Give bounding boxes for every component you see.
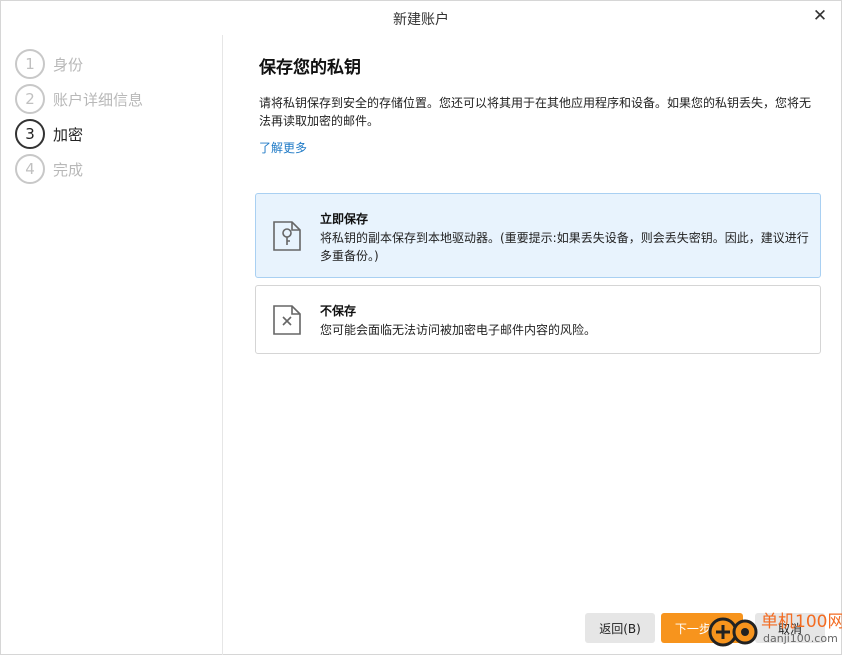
step-number: 1 bbox=[15, 49, 45, 79]
wizard-steps-sidebar: 1 身份 2 账户详细信息 3 加密 4 完成 bbox=[1, 35, 223, 655]
option-text: 将私钥的副本保存到本地驱动器。(重要提示:如果丢失设备，则会丢失密钥。因此，建议… bbox=[320, 231, 809, 263]
title-bar: 新建账户 ✕ bbox=[1, 1, 841, 35]
step-identity: 1 身份 bbox=[15, 49, 83, 79]
key-icon bbox=[272, 220, 302, 252]
option-save-now[interactable]: 立即保存 将私钥的副本保存到本地驱动器。(重要提示:如果丢失设备，则会丢失密钥。… bbox=[255, 193, 821, 278]
step-label: 加密 bbox=[53, 125, 84, 144]
step-finish: 4 完成 bbox=[15, 154, 83, 184]
dialog-title: 新建账户 bbox=[393, 12, 449, 28]
cross-file-icon bbox=[272, 304, 302, 336]
learn-more-link[interactable]: 了解更多 bbox=[259, 139, 307, 156]
step-number: 4 bbox=[15, 154, 45, 184]
main-content: 保存您的私钥 请将私钥保存到安全的存储位置。您还可以将其用于在其他应用程序和设备… bbox=[223, 35, 841, 655]
option-text: 您可能会面临无法访问被加密电子邮件内容的风险。 bbox=[320, 323, 597, 337]
step-label: 账户详细信息 bbox=[53, 90, 144, 109]
option-title: 不保存 bbox=[320, 304, 357, 318]
option-dont-save[interactable]: 不保存 您可能会面临无法访问被加密电子邮件内容的风险。 bbox=[255, 285, 821, 354]
step-encryption: 3 加密 bbox=[15, 119, 83, 149]
watermark-url: danji100.com bbox=[763, 632, 838, 645]
step-label: 身份 bbox=[53, 55, 84, 74]
page-description: 请将私钥保存到安全的存储位置。您还可以将其用于在其他应用程序和设备。如果您的私钥… bbox=[259, 96, 812, 128]
option-title: 立即保存 bbox=[320, 212, 369, 226]
step-account-details: 2 账户详细信息 bbox=[15, 84, 143, 114]
watermark: 单机100网 danji100.com bbox=[707, 607, 842, 651]
watermark-title: 单机100网 bbox=[761, 612, 842, 632]
step-number: 2 bbox=[15, 84, 45, 114]
page-title: 保存您的私钥 bbox=[259, 58, 361, 78]
step-label: 完成 bbox=[53, 160, 84, 179]
back-button[interactable]: 返回(B) bbox=[585, 613, 655, 643]
close-icon[interactable]: ✕ bbox=[811, 7, 829, 25]
step-number: 3 bbox=[15, 119, 45, 149]
watermark-logo-icon bbox=[707, 615, 759, 649]
new-account-dialog: 新建账户 ✕ 1 身份 2 账户详细信息 3 加密 4 完成 保存您的私钥 请将… bbox=[0, 0, 842, 655]
